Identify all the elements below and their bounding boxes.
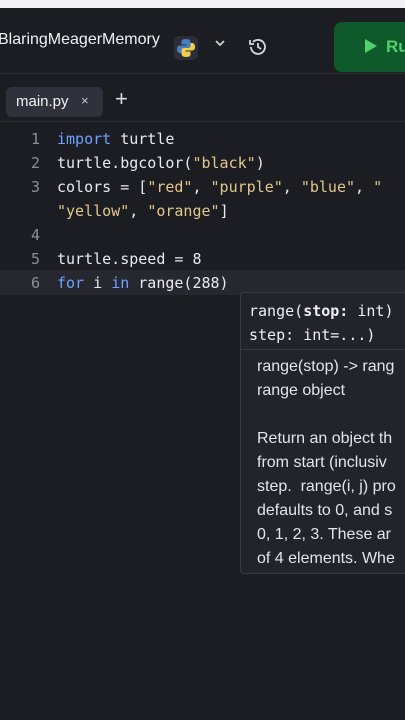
play-icon: [364, 38, 378, 59]
line-number: 2: [30, 154, 40, 172]
line-number: 5: [30, 250, 40, 268]
repl-name[interactable]: BlaringMeagerMemory: [0, 31, 160, 49]
python-logo-icon[interactable]: [174, 36, 198, 60]
tab-main-py[interactable]: main.py ×: [6, 87, 103, 117]
code-line[interactable]: for i in range(288): [57, 274, 229, 292]
add-tab-icon[interactable]: +: [115, 88, 128, 110]
code-line[interactable]: turtle.speed = 8: [57, 250, 202, 268]
docstring-line: defaults to 0, and s: [257, 502, 393, 519]
file-tab-bar: main.py ×: [0, 79, 405, 122]
code-line[interactable]: "yellow", "orange"]: [57, 202, 229, 220]
signature-help-popup: range(stop: int) step: int=...) range(st…: [240, 292, 405, 574]
docstring-line: of 4 elements. Whe: [257, 550, 395, 567]
docstring-line: from start (inclusiv: [257, 454, 387, 471]
popup-divider: [241, 349, 405, 350]
code-line[interactable]: import turtle: [57, 130, 174, 148]
code-line[interactable]: turtle.bgcolor("black"): [57, 154, 265, 172]
docstring-line: range object: [257, 382, 346, 399]
header-divider: [0, 73, 405, 74]
code-line[interactable]: colors = ["red", "purple", "blue", ": [57, 178, 382, 196]
docstring-line: range(stop) -> rang: [257, 358, 395, 375]
docstring-line: 0, 1, 2, 3. These ar: [257, 526, 392, 543]
line-number: 4: [30, 226, 40, 244]
close-icon[interactable]: ×: [81, 93, 89, 108]
run-button-label: Ru: [386, 37, 405, 56]
history-icon[interactable]: [246, 35, 270, 59]
top-status-strip: [0, 0, 405, 8]
docstring-line: Return an object th: [257, 430, 393, 447]
workspace-header: BlaringMeagerMemory Ru: [0, 8, 405, 74]
tab-label: main.py: [16, 93, 69, 110]
docstring-line: step. range(i, j) pro: [257, 478, 396, 495]
run-button[interactable]: Ru: [334, 22, 405, 72]
line-number: 6: [30, 274, 40, 292]
line-number: 1: [30, 130, 40, 148]
chevron-down-icon[interactable]: [214, 37, 226, 52]
line-number: 3: [30, 178, 40, 196]
function-signature: range(stop: int) step: int=...): [249, 302, 394, 344]
